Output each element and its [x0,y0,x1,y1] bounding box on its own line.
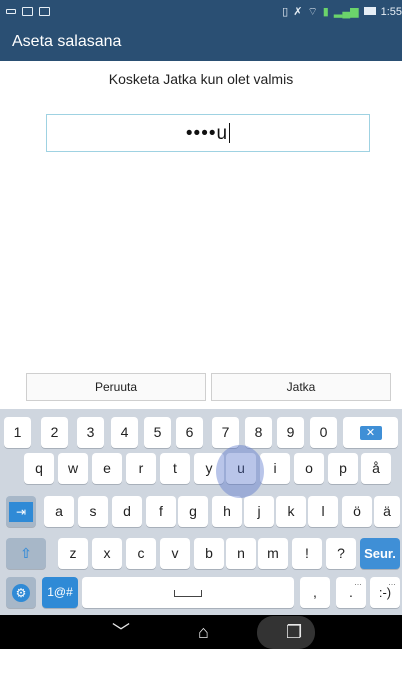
key-d[interactable]: d [112,496,142,527]
keyboard: 1 2 3 4 5 6 7 8 9 0 ✕ q w e r t y u i o … [0,409,402,615]
app-bar: Aseta salasana [0,25,402,61]
cancel-button[interactable]: Peruuta [26,373,206,401]
key-exclamation[interactable]: ! [292,538,322,569]
battery-icon [363,5,376,19]
key-m[interactable]: m [258,538,288,569]
key-8[interactable]: 8 [245,417,272,448]
key-v[interactable]: v [160,538,190,569]
key-e[interactable]: e [92,453,122,484]
navigation-bar: ﹀ ⌂ ❐ [0,615,402,649]
space-bar-icon [174,589,202,597]
key-h[interactable]: h [212,496,242,527]
symbols-key[interactable]: 1@# [42,577,78,608]
key-a-umlaut[interactable]: ä [374,496,400,527]
shift-icon: ⇧ [20,545,32,561]
status-right: ▯ ✗ ⌔ ▮ ▂▄▆ 1:55 [282,5,402,19]
vibrate-icon: ▯ [282,6,289,18]
app-title: Aseta salasana [12,33,122,50]
key-4[interactable]: 4 [111,417,138,448]
smiley-key-label: :-) [378,585,392,600]
tab-key[interactable]: ⇥ [6,496,36,527]
key-o-umlaut[interactable]: ö [342,496,372,527]
mute-icon: ✗ [293,6,303,18]
key-w[interactable]: w [58,453,88,484]
period-key-hint: … [354,578,362,587]
key-question[interactable]: ? [326,538,356,569]
key-press-highlight [216,445,264,498]
notification-icon [6,9,16,14]
sim-icon: ▮ [322,6,329,18]
key-b[interactable]: b [194,538,224,569]
space-key[interactable] [82,577,294,608]
period-key-label: . [349,584,353,600]
key-p[interactable]: p [328,453,358,484]
key-n[interactable]: n [226,538,256,569]
recent-apps-icon[interactable]: ❐ [286,621,302,643]
password-value-container: ••••u [47,123,369,145]
key-0[interactable]: 0 [310,417,337,448]
key-j[interactable]: j [244,496,274,527]
password-value: ••••u [185,123,229,144]
key-l[interactable]: l [308,496,338,527]
status-bar: ▯ ✗ ⌔ ▮ ▂▄▆ 1:55 [0,0,402,25]
password-input[interactable]: ••••u [46,114,370,152]
home-icon[interactable]: ⌂ [198,621,209,643]
continue-button[interactable]: Jatka [211,373,391,401]
key-a-ring[interactable]: å [361,453,391,484]
key-7[interactable]: 7 [212,417,239,448]
backspace-icon: ✕ [359,426,382,441]
image-icon [39,7,50,16]
key-q[interactable]: q [24,453,54,484]
key-k[interactable]: k [276,496,306,527]
key-z[interactable]: z [58,538,88,569]
period-key[interactable]: …. [336,577,366,608]
next-key[interactable]: Seur. [360,538,400,569]
key-5[interactable]: 5 [144,417,171,448]
gear-icon: ⚙ [12,584,30,603]
text-cursor [229,123,231,143]
wifi-icon: ⌔ [307,6,318,18]
shift-key[interactable]: ⇧ [6,538,46,569]
key-x[interactable]: x [92,538,122,569]
key-i[interactable]: i [260,453,290,484]
back-icon[interactable]: ﹀ [112,621,130,643]
tab-icon: ⇥ [9,502,33,523]
key-s[interactable]: s [78,496,108,527]
key-3[interactable]: 3 [77,417,104,448]
instruction-text: Kosketa Jatka kun olet valmis [108,71,294,87]
key-r[interactable]: r [126,453,156,484]
settings-key[interactable]: ⚙ [6,577,36,608]
key-9[interactable]: 9 [277,417,304,448]
backspace-key[interactable]: ✕ [343,417,398,448]
status-time: 1:55 [380,6,402,18]
signal-icon: ▂▄▆ [333,6,359,18]
key-a[interactable]: a [44,496,74,527]
key-c[interactable]: c [126,538,156,569]
key-2[interactable]: 2 [41,417,68,448]
comma-key[interactable]: , [300,577,330,608]
key-6[interactable]: 6 [176,417,203,448]
smiley-key-hint: … [388,578,396,587]
key-g[interactable]: g [178,496,208,527]
smiley-key[interactable]: …:-) [370,577,400,608]
image-icon [22,7,33,16]
key-f[interactable]: f [146,496,176,527]
key-o[interactable]: o [294,453,324,484]
key-1[interactable]: 1 [4,417,31,448]
key-t[interactable]: t [160,453,190,484]
status-left [6,5,50,19]
